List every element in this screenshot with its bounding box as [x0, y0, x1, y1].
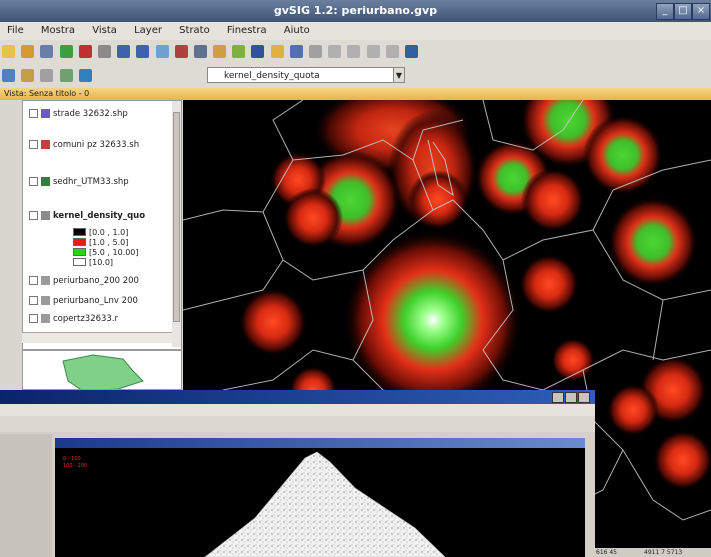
- point-layer-icon: [41, 177, 50, 186]
- add-layer-icon[interactable]: [59, 45, 73, 58]
- elevation-view[interactable]: 0 - 100 100 - 200: [55, 448, 585, 557]
- layer-checkbox[interactable]: [29, 140, 38, 149]
- close-icon[interactable]: ×: [692, 3, 710, 20]
- query-icon[interactable]: [251, 45, 265, 58]
- menu-strato[interactable]: Strato: [172, 22, 217, 36]
- elevation-legend-entry: 0 - 100: [63, 456, 81, 462]
- layer-checkbox[interactable]: [29, 314, 38, 323]
- toc-layer-kernel[interactable]: kernel_density_quo: [29, 208, 145, 224]
- snap-icon[interactable]: [328, 45, 342, 58]
- draw-point-icon[interactable]: [347, 45, 361, 58]
- zoom-extent-icon[interactable]: [155, 45, 169, 58]
- elevation-legend-entry: 100 - 200: [63, 463, 87, 469]
- zoom-in-icon[interactable]: [117, 45, 131, 58]
- table-icon[interactable]: [270, 45, 284, 58]
- second-window-menubar: [0, 404, 595, 416]
- active-layer-select[interactable]: kernel_density_quota: [207, 67, 395, 83]
- title-bar: gvSIG 1.2: periurbano.gvp _ □ ×: [0, 0, 711, 22]
- toc-layer-sedhr[interactable]: sedhr_UTM33.shp: [29, 174, 129, 190]
- close-icon[interactable]: [578, 392, 590, 403]
- legend-swatch: [73, 248, 86, 256]
- layer-checkbox[interactable]: [29, 276, 38, 285]
- overview-map[interactable]: [22, 350, 182, 390]
- toc-layer-periurbano-lnv[interactable]: periurbano_Lnv 200: [29, 293, 138, 309]
- toc-layer-strade[interactable]: strade 32632.shp: [29, 106, 128, 122]
- legend-swatch: [73, 238, 86, 246]
- remove-layer-icon[interactable]: [78, 45, 92, 58]
- legend-entry: [5.0 , 10.00]: [73, 248, 139, 257]
- legend-icon[interactable]: [21, 69, 35, 82]
- locator-icon[interactable]: [289, 45, 303, 58]
- open-folder-icon[interactable]: [21, 45, 35, 58]
- zoom-out-icon[interactable]: [136, 45, 150, 58]
- table-of-contents: strade 32632.shp comuni pz 32633.sh sedh…: [22, 100, 182, 350]
- main-toolbar: [0, 40, 711, 66]
- status-scale: 4911 7 5713: [644, 549, 683, 556]
- view-titlebar: Vista: Senza titolo - 0: [0, 88, 711, 100]
- toc-horizontal-scrollbar[interactable]: [22, 332, 172, 343]
- layer-checkbox[interactable]: [29, 211, 38, 220]
- print-icon[interactable]: [97, 45, 111, 58]
- polygon-layer-icon: [41, 140, 50, 149]
- layer-checkbox[interactable]: [29, 109, 38, 118]
- view-title: Vista: Senza titolo - 0: [4, 89, 90, 98]
- pan-icon[interactable]: [174, 45, 188, 58]
- hyperlink-icon[interactable]: [40, 69, 54, 82]
- status-coordinates: 616 45: [596, 549, 617, 556]
- legend-swatch: [73, 228, 86, 236]
- menu-file[interactable]: File: [0, 22, 31, 36]
- status-bar: 616 45 4911 7 5713: [594, 548, 711, 557]
- toc-scroll-thumb[interactable]: [173, 112, 180, 322]
- menu-aiuto[interactable]: Aiuto: [277, 22, 317, 36]
- view-icon[interactable]: [2, 69, 15, 82]
- subwindow-titlebar: [55, 438, 585, 448]
- maximize-icon[interactable]: [565, 392, 577, 403]
- menu-mostra[interactable]: Mostra: [34, 22, 82, 36]
- layer-checkbox[interactable]: [29, 177, 38, 186]
- second-window-toolbar: [0, 416, 595, 432]
- menu-vista[interactable]: Vista: [85, 22, 124, 36]
- legend-swatch: [73, 258, 86, 266]
- edit-icon[interactable]: [309, 45, 322, 58]
- menu-layer[interactable]: Layer: [127, 22, 169, 36]
- legend-entry: [10.0]: [73, 258, 113, 267]
- raster-layer-icon: [41, 211, 50, 220]
- second-window-sidebar: [0, 434, 52, 557]
- window-title: gvSIG 1.2: periurbano.gvp: [273, 4, 438, 17]
- toc-layer-copertz[interactable]: copertz32633.r: [29, 311, 118, 327]
- line-layer-icon: [41, 109, 50, 118]
- menu-finestra[interactable]: Finestra: [220, 22, 274, 36]
- draw-line-icon[interactable]: [366, 45, 380, 58]
- overview-map-shape: [62, 354, 144, 389]
- menu-bar: File Mostra Vista Layer Strato Finestra …: [0, 22, 711, 40]
- second-window-titlebar: [0, 390, 595, 404]
- raster-layer-icon: [41, 296, 50, 305]
- elevation-map: 0 - 100 100 - 200: [55, 448, 585, 557]
- layer-properties-icon[interactable]: [78, 69, 92, 82]
- minimize-icon[interactable]: _: [656, 3, 674, 20]
- minimize-icon[interactable]: [552, 392, 564, 403]
- toc-layer-periurbano-200[interactable]: periurbano_200 200: [29, 273, 139, 289]
- raster-layer-icon: [41, 276, 50, 285]
- raster-icon[interactable]: [59, 69, 73, 82]
- layout-icon[interactable]: [404, 45, 418, 58]
- info-icon[interactable]: [213, 45, 227, 58]
- legend-entry: [1.0 , 5.0]: [73, 238, 128, 247]
- select-icon[interactable]: [193, 45, 207, 58]
- toc-layer-comuni[interactable]: comuni pz 32633.sh: [29, 137, 139, 153]
- maximize-icon[interactable]: □: [674, 3, 692, 20]
- layer-checkbox[interactable]: [29, 296, 38, 305]
- new-project-icon[interactable]: [2, 45, 15, 58]
- draw-polygon-icon[interactable]: [385, 45, 399, 58]
- save-icon[interactable]: [40, 45, 54, 58]
- legend-entry: [0.0 , 1.0]: [73, 228, 128, 237]
- raster-layer-icon: [41, 314, 50, 323]
- chevron-down-icon[interactable]: ▼: [393, 67, 405, 83]
- measure-icon[interactable]: [232, 45, 246, 58]
